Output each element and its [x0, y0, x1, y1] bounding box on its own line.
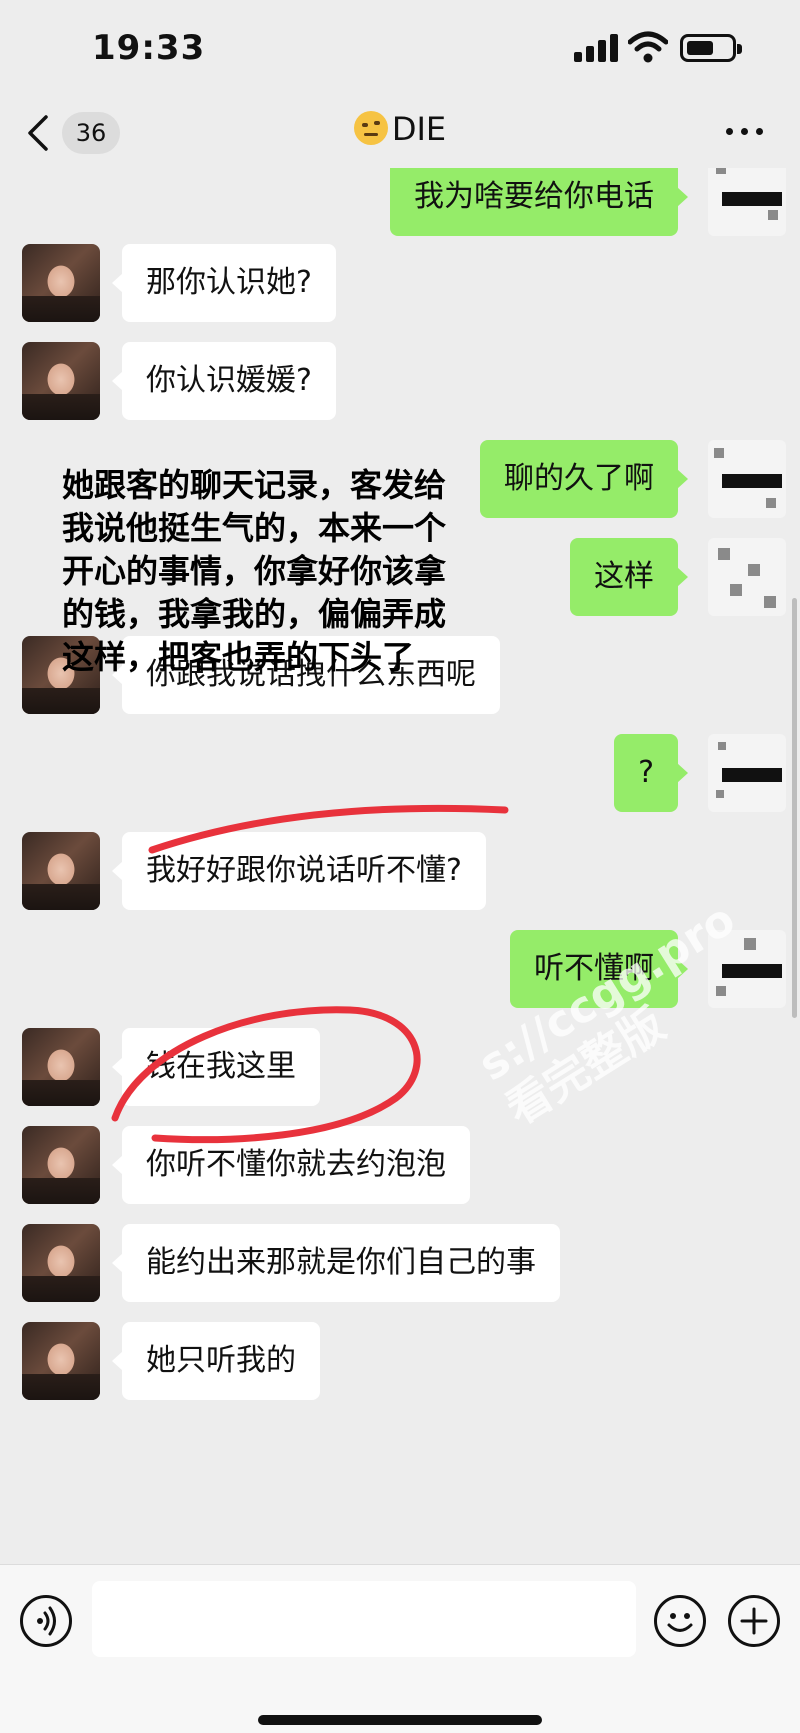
contact-avatar[interactable] — [22, 1224, 100, 1302]
message-bubble-received[interactable]: 我好好跟你说话听不懂? — [112, 832, 486, 910]
message-bubble-sent[interactable]: 我为啥要给你电话 — [390, 168, 688, 236]
emoji-button[interactable] — [654, 1595, 706, 1647]
my-avatar[interactable] — [708, 734, 786, 812]
my-avatar[interactable] — [708, 538, 786, 616]
message-bubble-received[interactable]: 你听不懂你就去约泡泡 — [112, 1126, 470, 1204]
contact-avatar[interactable] — [22, 1322, 100, 1400]
message-bubble-sent[interactable]: 聊的久了啊 — [480, 440, 688, 518]
message-bubble-sent[interactable]: ? — [614, 734, 688, 812]
contact-avatar[interactable] — [22, 832, 100, 910]
voice-icon — [37, 1606, 56, 1636]
watermark: s://ccgg.pro 看完整版 — [470, 889, 780, 1136]
overlay-caption: 她跟客的聊天记录，客发给我说他挺生气的，本来一个开心的事情，你拿好你该拿的钱，我… — [62, 466, 447, 676]
contact-avatar[interactable] — [22, 244, 100, 322]
message-input[interactable] — [92, 1581, 636, 1657]
status-bar: 19:33 — [0, 0, 800, 96]
plus-button[interactable] — [728, 1595, 780, 1647]
raised-eyebrow-face-icon — [353, 111, 388, 145]
chat-title-text: DIE — [391, 110, 447, 148]
contact-avatar[interactable] — [22, 1028, 100, 1106]
contact-avatar[interactable] — [22, 342, 100, 420]
chat-title: DIE — [0, 110, 800, 148]
voice-button[interactable] — [20, 1595, 72, 1647]
status-time: 19:33 — [92, 28, 206, 68]
message-bubble-received[interactable]: 能约出来那就是你们自己的事 — [112, 1224, 560, 1302]
message-bubble-received[interactable]: 你认识媛媛? — [112, 342, 336, 420]
wifi-icon — [628, 31, 668, 63]
chat-header: 36 DIE — [0, 96, 800, 168]
plus-icon — [740, 1607, 768, 1635]
my-avatar[interactable] — [708, 168, 786, 236]
my-avatar[interactable] — [708, 440, 786, 518]
home-indicator[interactable] — [258, 1715, 542, 1725]
message-bubble-received[interactable]: 那你认识她? — [112, 244, 336, 322]
more-options-button[interactable] — [726, 116, 770, 146]
contact-avatar[interactable] — [22, 1126, 100, 1204]
battery-icon — [680, 34, 742, 62]
message-bubble-sent[interactable]: 这样 — [570, 538, 688, 616]
message-input-bar — [0, 1564, 800, 1733]
cellular-signal-icon — [574, 34, 618, 62]
scrollbar[interactable] — [792, 598, 797, 1018]
message-bubble-received[interactable]: 钱在我这里 — [112, 1028, 320, 1106]
message-list[interactable]: 我为啥要给你电话 那你认识她? 你认识媛媛? 聊的久了啊 这样 你跟我说话拽什么… — [0, 168, 800, 1564]
message-bubble-received[interactable]: 她只听我的 — [112, 1322, 320, 1400]
emoji-icon — [667, 1613, 693, 1632]
